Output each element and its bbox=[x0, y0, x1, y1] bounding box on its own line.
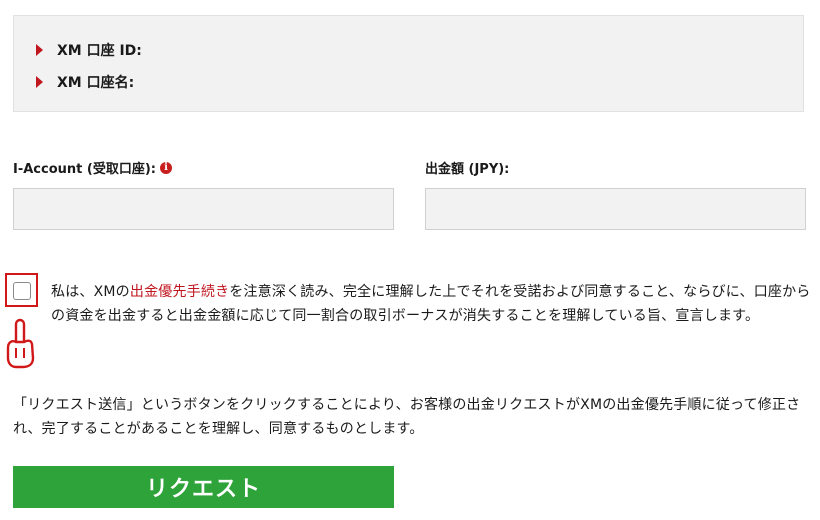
agreement-text: 私は、XMの出金優先手続きを注意深く読み、完全に理解した上でそれを受諾および同意… bbox=[51, 280, 811, 328]
info-icon[interactable]: i bbox=[159, 161, 172, 174]
iaccount-label-row: I-Account (受取口座): i bbox=[13, 158, 172, 177]
account-info-panel: XM 口座 ID: XM 口座名: bbox=[13, 15, 804, 112]
triangle-bullet-icon bbox=[36, 76, 43, 88]
withdrawal-procedure-link[interactable]: 出金優先手続き bbox=[130, 284, 229, 300]
iaccount-input[interactable] bbox=[13, 188, 394, 230]
agreement-text-before: 私は、XMの bbox=[51, 284, 130, 300]
account-name-label: XM 口座名: bbox=[57, 75, 135, 91]
agreement-checkbox[interactable] bbox=[13, 282, 31, 300]
pointing-hand-icon bbox=[6, 318, 35, 369]
account-id-row: XM 口座 ID: bbox=[36, 40, 142, 60]
account-name-row: XM 口座名: bbox=[36, 72, 134, 92]
amount-label: 出金額 (JPY): bbox=[425, 162, 510, 177]
amount-input[interactable] bbox=[425, 188, 806, 230]
amount-label-row: 出金額 (JPY): bbox=[425, 158, 509, 177]
checkbox-highlight-frame bbox=[5, 273, 38, 307]
submit-request-button[interactable]: リクエスト bbox=[13, 466, 394, 508]
submission-notice: 「リクエスト送信」というボタンをクリックすることにより、お客様の出金リクエストが… bbox=[13, 397, 801, 437]
triangle-bullet-icon bbox=[36, 44, 43, 56]
account-id-label: XM 口座 ID: bbox=[57, 43, 142, 59]
iaccount-label: I-Account (受取口座): bbox=[13, 162, 156, 177]
